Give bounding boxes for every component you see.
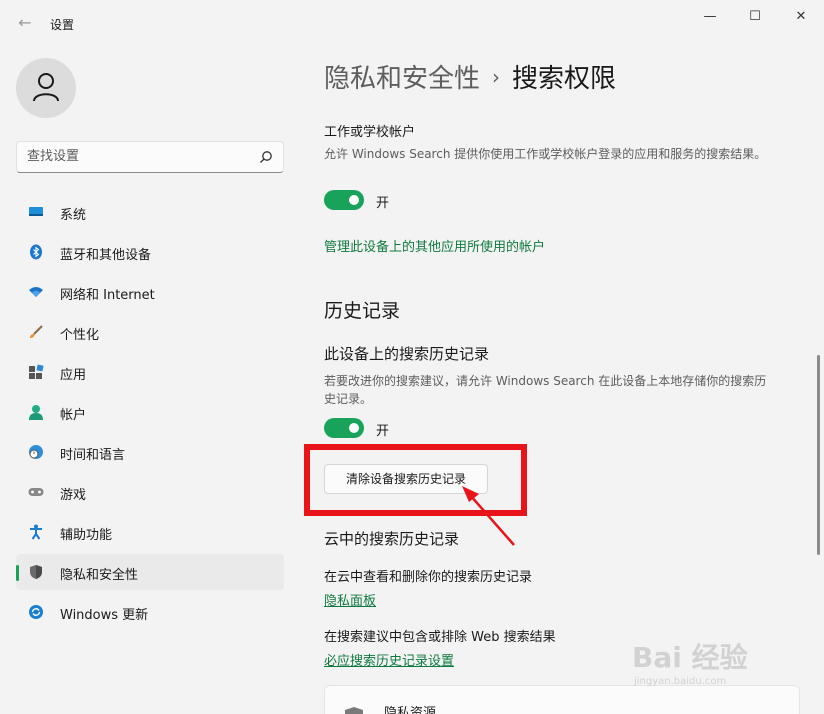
update-icon bbox=[29, 605, 43, 619]
sidebar-item-label: 系统 bbox=[60, 208, 87, 223]
settings-search-box[interactable] bbox=[16, 141, 284, 173]
watermark-main: Bai 经验 bbox=[632, 641, 748, 674]
shield-icon bbox=[345, 707, 363, 714]
brush-icon bbox=[30, 325, 43, 338]
sidebar-item-label: 应用 bbox=[60, 368, 87, 383]
sidebar-item-label: 帐户 bbox=[60, 408, 87, 423]
breadcrumb-separator: › bbox=[492, 65, 501, 89]
sidebar-item-label: 网络和 Internet bbox=[60, 288, 155, 303]
privacy-resources-label: 隐私资源 bbox=[384, 706, 437, 714]
sidebar-item-label: 蓝牙和其他设备 bbox=[60, 248, 152, 263]
device-history-toggle[interactable] bbox=[324, 418, 364, 438]
sidebar-item-label: 游戏 bbox=[60, 488, 87, 503]
sidebar-item-gaming[interactable]: 游戏 bbox=[16, 474, 284, 510]
web-results-text: 在搜索建议中包含或排除 Web 搜索结果 bbox=[324, 630, 556, 645]
sidebar-nav: 系统 蓝牙和其他设备 网络和 Internet 个性化 应用 帐户 时间和语言 … bbox=[16, 194, 284, 634]
user-name: ████████████████████ bbox=[88, 70, 272, 84]
device-history-toggle-state: 开 bbox=[376, 424, 390, 439]
page-title: 搜索权限 bbox=[512, 64, 617, 94]
shield-icon bbox=[30, 565, 42, 579]
baidu-watermark: Bai 经验 jingyan.baidu.com bbox=[632, 634, 782, 694]
sidebar-item-windows-update[interactable]: Windows 更新 bbox=[16, 594, 284, 630]
sidebar-item-label: 隐私和安全性 bbox=[60, 568, 139, 583]
manage-accounts-link[interactable]: 管理此设备上的其他应用所使用的帐户 bbox=[324, 236, 545, 255]
search-icon[interactable] bbox=[259, 150, 273, 164]
toggle-knob bbox=[349, 195, 359, 205]
sidebar-item-label: 个性化 bbox=[60, 328, 100, 343]
close-button[interactable]: ✕ bbox=[786, 8, 816, 26]
apps-icon bbox=[29, 364, 44, 379]
wifi-icon bbox=[29, 287, 43, 297]
globe-clock-icon bbox=[29, 445, 43, 459]
avatar[interactable] bbox=[16, 58, 76, 118]
sidebar-item-network[interactable]: 网络和 Internet bbox=[16, 274, 284, 310]
work-account-toggle[interactable] bbox=[324, 190, 364, 210]
bing-history-settings-link[interactable]: 必应搜索历史记录设置 bbox=[324, 650, 454, 669]
toggle-knob bbox=[349, 423, 359, 433]
sidebar-item-privacy-security[interactable]: 隐私和安全性 bbox=[16, 554, 284, 590]
maximize-button[interactable]: ☐ bbox=[740, 8, 770, 26]
user-email: ██████████████████ bbox=[88, 92, 240, 104]
cloud-history-label: 云中的搜索历史记录 bbox=[324, 530, 460, 548]
search-input[interactable] bbox=[27, 149, 247, 164]
account-icon bbox=[29, 405, 43, 420]
back-arrow-icon[interactable]: ← bbox=[14, 12, 36, 34]
cloud-view-delete-text: 在云中查看和删除你的搜索历史记录 bbox=[324, 570, 533, 585]
sidebar-item-label: 辅助功能 bbox=[60, 528, 113, 543]
sidebar-item-accounts[interactable]: 帐户 bbox=[16, 394, 284, 430]
title-bar: ← 设置 — ☐ ✕ bbox=[0, 0, 824, 46]
sidebar-item-label: Windows 更新 bbox=[60, 608, 149, 623]
breadcrumb-parent[interactable]: 隐私和安全性 bbox=[324, 64, 480, 94]
scrollbar[interactable] bbox=[817, 355, 820, 555]
work-account-label: 工作或学校帐户 bbox=[324, 125, 416, 140]
device-history-description: 若要改进你的搜索建议，请允许 Windows Search 在此设备上本地存储你… bbox=[324, 374, 767, 406]
system-icon bbox=[29, 207, 43, 216]
user-icon bbox=[33, 73, 59, 102]
settings-window: ← 设置 — ☐ ✕ ████████████████████ ████████… bbox=[0, 0, 824, 714]
work-account-toggle-state: 开 bbox=[376, 196, 390, 211]
bluetooth-icon bbox=[30, 244, 42, 260]
minimize-button[interactable]: — bbox=[695, 8, 725, 26]
work-account-description: 允许 Windows Search 提供你使用工作或学校帐户登录的应用和服务的搜… bbox=[324, 147, 767, 161]
watermark-sub: jingyan.baidu.com bbox=[634, 676, 727, 687]
sidebar-item-system[interactable]: 系统 bbox=[16, 194, 284, 230]
sidebar-item-label: 时间和语言 bbox=[60, 448, 126, 463]
sidebar-item-accessibility[interactable]: 辅助功能 bbox=[16, 514, 284, 550]
privacy-dashboard-link[interactable]: 隐私面板 bbox=[324, 590, 376, 609]
sidebar-item-bluetooth[interactable]: 蓝牙和其他设备 bbox=[16, 234, 284, 270]
accessibility-icon bbox=[30, 524, 42, 540]
breadcrumb: 隐私和安全性 › 搜索权限 bbox=[324, 58, 616, 95]
highlight-annotation-box bbox=[304, 444, 527, 516]
device-history-label: 此设备上的搜索历史记录 bbox=[324, 345, 490, 363]
sidebar-item-apps[interactable]: 应用 bbox=[16, 354, 284, 390]
sidebar-item-personalization[interactable]: 个性化 bbox=[16, 314, 284, 350]
sidebar-item-time-language[interactable]: 时间和语言 bbox=[16, 434, 284, 470]
gamepad-icon bbox=[28, 488, 44, 496]
app-title: 设置 bbox=[50, 18, 75, 32]
history-heading: 历史记录 bbox=[324, 300, 401, 322]
